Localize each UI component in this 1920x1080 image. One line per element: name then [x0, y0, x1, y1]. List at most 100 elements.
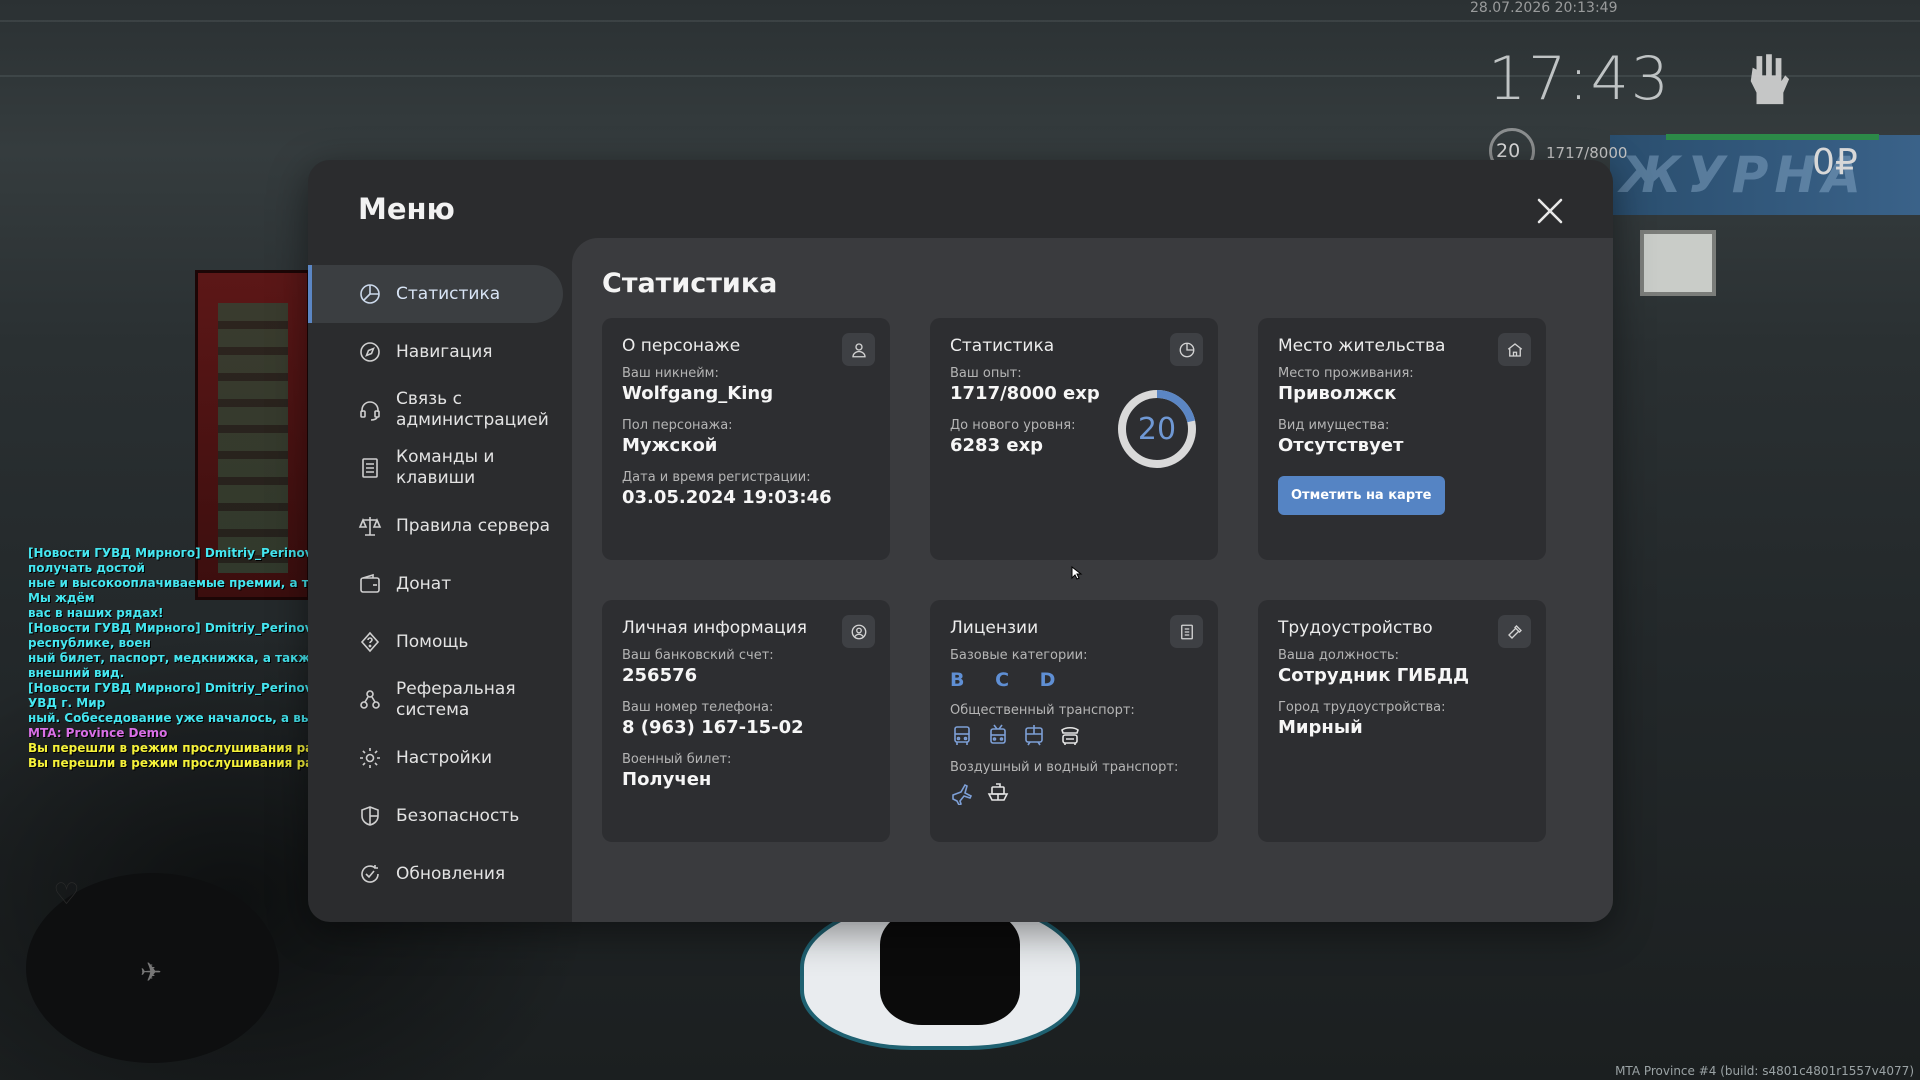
- residence-card: Место жительства Место проживания: Приво…: [1258, 318, 1546, 560]
- sidebar-item-label: Помощь: [396, 631, 469, 652]
- mouse-cursor-icon: [1071, 566, 1083, 580]
- sidebar-item-security[interactable]: Безопасность: [308, 787, 563, 845]
- hud-money: 0₽: [1812, 142, 1858, 183]
- taxi-icon: [1058, 724, 1082, 748]
- sidebar-item-label: Навигация: [396, 341, 493, 362]
- residence-place-value: Приволжск: [1278, 383, 1397, 404]
- boat-icon: [986, 781, 1010, 805]
- gender-label: Пол персонажа:: [622, 418, 733, 433]
- statistics-panel: Статистика О персонаже Ваш никнейм: Wolf…: [572, 238, 1613, 922]
- sidebar-item-label: Реферальная система: [396, 679, 516, 720]
- wall-clock: [1640, 230, 1716, 296]
- card-title: Лицензии: [950, 618, 1039, 638]
- sidebar-item-navigation[interactable]: Навигация: [308, 323, 563, 381]
- sidebar-item-label: Донат: [396, 573, 452, 594]
- scales-icon: [358, 517, 382, 536]
- level-progress-ring: 20: [1116, 388, 1198, 470]
- close-icon[interactable]: [1535, 196, 1565, 226]
- public-transport-label: Общественный транспорт:: [950, 703, 1135, 718]
- sidebar-item-label: Безопасность: [396, 805, 520, 826]
- card-title: О персонаже: [622, 336, 741, 356]
- compass-icon: [360, 342, 380, 362]
- menu-modal: Меню Статистика Навигация Связь с админи…: [308, 160, 1613, 922]
- sidebar-item-donate[interactable]: Донат: [308, 555, 563, 613]
- property-value: Отсутствует: [1278, 435, 1404, 456]
- sidebar-item-rules[interactable]: Правила сервера: [308, 497, 563, 555]
- build-version: MTA Province #4 (build: s4801c4801r1557v…: [1615, 1064, 1914, 1078]
- work-city-label: Город трудоустройства:: [1278, 700, 1446, 715]
- content-title: Статистика: [602, 268, 778, 299]
- personal-info-card: Личная информация Ваш банковский счет: 2…: [602, 600, 890, 842]
- public-transport-icons: [950, 724, 1198, 748]
- registration-value: 03.05.2024 19:03:46: [622, 487, 832, 508]
- sidebar-item-label: Настройки: [396, 747, 493, 768]
- menu-title: Меню: [358, 192, 455, 226]
- base-categories-label: Базовые категории:: [950, 648, 1088, 663]
- house-icon: [1498, 333, 1531, 366]
- work-city-value: Мирный: [1278, 717, 1363, 738]
- employment-card: Трудоустройство Ваша должность: Сотрудни…: [1258, 600, 1546, 842]
- exp-label: Ваш опыт:: [950, 366, 1022, 381]
- wallet-icon: [360, 573, 380, 593]
- mark-on-map-button[interactable]: Отметить на карте: [1278, 476, 1445, 515]
- sidebar-item-label: Команды и клавиши: [396, 447, 495, 488]
- sidebar-item-label: Правила сервера: [396, 515, 551, 536]
- sidebar-item-statistics[interactable]: Статистика: [308, 265, 563, 323]
- air-water-transport-icons: [950, 781, 1198, 807]
- plane-icon: [950, 781, 974, 807]
- shield-icon: [361, 806, 379, 826]
- property-label: Вид имущества:: [1278, 418, 1390, 433]
- level-value: 20: [1137, 411, 1177, 447]
- wall-sign: ЖУРНА: [1610, 135, 1920, 215]
- sidebar-item-label: Обновления: [396, 863, 506, 884]
- pie-chart-icon: [360, 284, 380, 304]
- hammer-icon: [1498, 615, 1531, 648]
- hud-level: 20: [1496, 140, 1521, 162]
- plane-marker-icon: ✈: [140, 958, 162, 988]
- air-water-transport-label: Воздушный и водный транспорт:: [950, 760, 1179, 775]
- bus-icon: [950, 724, 974, 748]
- residence-place-label: Место проживания:: [1278, 366, 1414, 381]
- position-label: Ваша должность:: [1278, 648, 1400, 663]
- nickname-label: Ваш никнейм:: [622, 366, 719, 381]
- ceiling-line: [0, 20, 1920, 22]
- bank-account-label: Ваш банковский счет:: [622, 648, 774, 663]
- trolleybus-icon: [986, 724, 1010, 748]
- stats-card: Статистика Ваш опыт: 1717/8000 exp До но…: [930, 318, 1218, 560]
- sidebar-item-label: Связь с администрацией: [396, 389, 549, 430]
- sidebar-item-commands[interactable]: Команды и клавиши: [308, 439, 563, 497]
- military-id-label: Военный билет:: [622, 752, 732, 767]
- fist-icon: [1750, 54, 1790, 105]
- document-list-icon: [362, 458, 378, 478]
- nickname-value: Wolfgang_King: [622, 383, 774, 404]
- sidebar-item-updates[interactable]: Обновления: [308, 845, 563, 903]
- user-circle-icon: [842, 615, 875, 648]
- refresh-check-icon: [361, 865, 379, 883]
- hud-clock: 17:43: [1488, 44, 1671, 114]
- gear-icon: [360, 748, 380, 768]
- sidebar-item-help[interactable]: Помощь: [308, 613, 563, 671]
- hud-health-bar: [1666, 134, 1879, 140]
- heart-icon: ♡: [53, 877, 80, 912]
- gender-value: Мужской: [622, 435, 718, 456]
- registration-label: Дата и время регистрации:: [622, 470, 811, 485]
- sidebar-item-admin-contact[interactable]: Связь с администрацией: [308, 381, 563, 439]
- licenses-card: Лицензии Базовые категории: B C D Общест…: [930, 600, 1218, 842]
- headset-icon: [360, 401, 380, 421]
- user-icon: [842, 333, 875, 366]
- card-title: Место жительства: [1278, 336, 1446, 356]
- hud-datetime: 28.07.2026 20:13:49: [1470, 0, 1618, 16]
- sidebar-item-settings[interactable]: Настройки: [308, 729, 563, 787]
- military-id-value: Получен: [622, 769, 712, 790]
- tram-icon: [1022, 724, 1046, 748]
- phone-value: 8 (963) 167-15-02: [622, 717, 804, 738]
- menu-sidebar: Статистика Навигация Связь с администрац…: [308, 265, 563, 903]
- license-document-icon: [1170, 615, 1203, 648]
- card-title: Статистика: [950, 336, 1055, 356]
- base-categories-value: B C D: [950, 669, 1068, 691]
- help-icon: [360, 631, 380, 653]
- sidebar-item-label: Статистика: [396, 283, 501, 304]
- sidebar-item-referral[interactable]: Реферальная система: [308, 671, 563, 729]
- phone-label: Ваш номер телефона:: [622, 700, 774, 715]
- player-character-shadow: [880, 910, 1020, 1025]
